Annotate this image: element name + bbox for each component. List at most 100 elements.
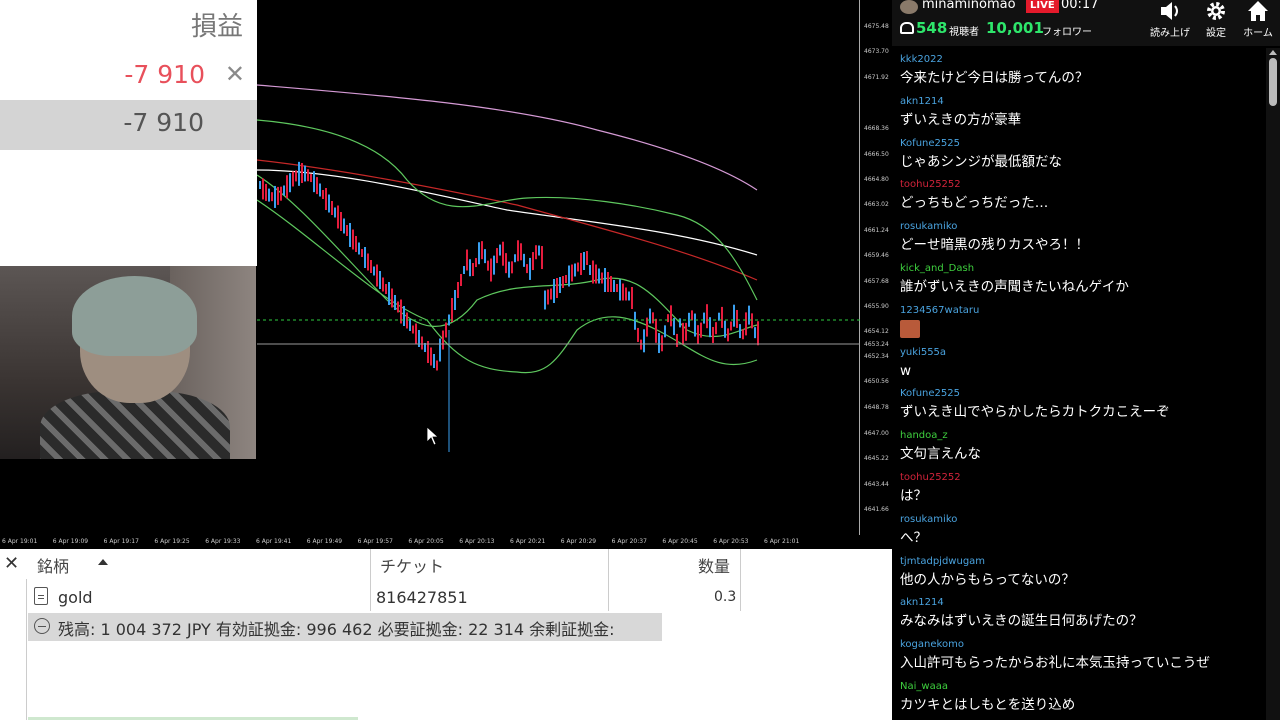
close-icon[interactable]: ✕ [4, 553, 22, 574]
home-button[interactable]: ホーム [1236, 0, 1280, 44]
time-tick-label: 6 Apr 19:25 [154, 538, 190, 545]
scroll-up-icon[interactable] [1269, 50, 1277, 55]
sort-ascending-icon[interactable] [98, 559, 108, 565]
candle [559, 277, 561, 293]
chat-message[interactable]: toohu25252 どっちもどっちだった… [900, 179, 1260, 212]
chat-message[interactable]: handoa_z 文句言えんな [900, 430, 1260, 463]
price-tick-label: 4650.56 [864, 378, 889, 385]
table-row[interactable]: gold 816427851 0.3 [28, 585, 892, 611]
chat-username[interactable]: 1234567wataru [900, 305, 1260, 317]
chat-username[interactable]: handoa_z [900, 430, 1260, 442]
chat-message[interactable]: akn1214 みなみはずいえきの誕生日何あげたの？ [900, 597, 1260, 630]
price-chart[interactable] [257, 0, 860, 535]
candle [676, 333, 678, 347]
chat-message[interactable]: akn1214 ずいえきの方が豪華 [900, 96, 1260, 129]
candle [601, 272, 603, 284]
candle [349, 223, 351, 247]
chat-message[interactable]: kkk2022 今来たけど今日は勝ってんの？ [900, 54, 1260, 87]
avatar[interactable] [900, 0, 918, 14]
chat-username[interactable]: tjmtadpjdwugam [900, 556, 1260, 568]
candle [628, 291, 630, 301]
candle [403, 306, 405, 326]
candle [277, 186, 279, 205]
candle [745, 312, 747, 336]
chat-message[interactable]: rosukamiko どーせ暗黒の残りカスやろ！！ [900, 221, 1260, 254]
candle [616, 284, 618, 292]
candle [649, 308, 651, 324]
candle [271, 192, 273, 202]
chat-message[interactable]: tjmtadpjdwugam 他の人からもらってないの？ [900, 556, 1260, 589]
chat-message[interactable]: kick_and_Dash 誰がずいえきの声聞きたいねんゲイか [900, 263, 1260, 296]
chat-username[interactable]: kkk2022 [900, 54, 1260, 66]
candle [355, 236, 357, 252]
candle [724, 320, 726, 338]
time-tick-label: 6 Apr 20:13 [459, 538, 495, 545]
chat-username[interactable]: toohu25252 [900, 179, 1260, 191]
speaker-icon [1161, 2, 1178, 20]
chat-message[interactable]: rosukamiko へ？ [900, 514, 1260, 547]
chat-username[interactable]: akn1214 [900, 597, 1260, 609]
candle [655, 318, 657, 343]
account-summary-text: 残高: 1 004 372 JPY 有効証拠金: 996 462 必要証拠金: … [58, 620, 615, 639]
price-tick-label: 4645.22 [864, 455, 889, 462]
chat-message[interactable]: toohu25252 は？ [900, 472, 1260, 505]
chat-text: 誰がずいえきの声聞きたいねんゲイか [900, 279, 1129, 295]
chat-username[interactable]: koganekomo [900, 639, 1260, 651]
close-position-button[interactable]: ✕ [225, 60, 245, 88]
candle [592, 260, 594, 284]
candle [631, 287, 633, 309]
chat-username[interactable]: yuki555a [900, 347, 1260, 359]
read-aloud-button[interactable]: 読み上げ [1148, 0, 1192, 44]
chat-username[interactable]: akn1214 [900, 96, 1260, 108]
candle [577, 262, 579, 272]
chat-username[interactable]: kick_and_Dash [900, 263, 1260, 275]
chat-message[interactable]: koganekomo 入山許可もらったからお礼に本気玉持っていこうぜ [900, 639, 1260, 672]
home-label: ホーム [1243, 28, 1273, 39]
candle [292, 171, 294, 187]
chat-list[interactable]: kkk2022 今来たけど今日は勝ってんの？ akn1214 ずいえきの方が豪華 Kof… [892, 48, 1266, 720]
positions-table: ✕ 銘柄 チケット 数量 gold 816427851 0.3 残高: 1 00… [0, 549, 892, 720]
candle [610, 276, 612, 292]
candle [508, 261, 510, 278]
candle [379, 271, 381, 289]
account-summary-row[interactable]: 残高: 1 004 372 JPY 有効証拠金: 996 462 必要証拠金: … [28, 613, 662, 641]
streamer-name[interactable]: minaminomao [922, 0, 1016, 12]
settings-button[interactable]: 設定 [1194, 0, 1238, 44]
chat-message[interactable]: yuki555a w [900, 347, 1260, 380]
chat-username[interactable]: Kofune2525 [900, 138, 1260, 150]
candle [307, 169, 309, 182]
col-volume-header[interactable]: 数量 [698, 553, 730, 577]
settings-label: 設定 [1206, 28, 1226, 39]
price-tick-label: 4647.00 [864, 430, 889, 437]
candle [586, 251, 588, 265]
collapse-icon[interactable] [34, 618, 50, 634]
candle [376, 264, 378, 287]
candle [481, 241, 483, 260]
time-tick-label: 6 Apr 19:09 [52, 538, 89, 545]
chat-username[interactable]: Kofune2525 [900, 388, 1260, 400]
chat-username[interactable]: Nai_waaa [900, 681, 1260, 693]
chat-message[interactable]: 1234567wataru [900, 305, 1260, 338]
chat-scrollbar[interactable] [1266, 48, 1280, 720]
col-symbol-header[interactable]: 銘柄 [37, 553, 69, 577]
chat-message[interactable]: Kofune2525 じゃあシンジが最低額だな [900, 138, 1260, 171]
chat-text: どーせ暗黒の残りカスやろ！！ [900, 237, 1089, 254]
price-tick-label: 4673.70 [864, 48, 889, 55]
chat-username[interactable]: toohu25252 [900, 472, 1260, 484]
chat-text: 今来たけど今日は勝ってんの？ [900, 70, 1089, 86]
chat-username[interactable]: rosukamiko [900, 221, 1260, 233]
chat-message[interactable]: Kofune2525 ずいえき山でやらかしたらカトクカこえーぞ [900, 388, 1260, 421]
candle [391, 288, 393, 308]
candle [568, 265, 570, 287]
candle [751, 313, 753, 329]
chart-canvas[interactable] [257, 0, 860, 535]
chat-username[interactable]: rosukamiko [900, 514, 1260, 526]
chat-message[interactable]: Nai_waaa カツキとはしもとを送り込め [900, 681, 1260, 714]
candle [502, 241, 504, 266]
candle [613, 280, 615, 292]
candle [343, 218, 345, 234]
scroll-thumb[interactable] [1269, 58, 1277, 106]
candle [727, 328, 729, 342]
col-ticket-header[interactable]: チケット [380, 553, 444, 577]
gear-icon [1207, 2, 1225, 20]
